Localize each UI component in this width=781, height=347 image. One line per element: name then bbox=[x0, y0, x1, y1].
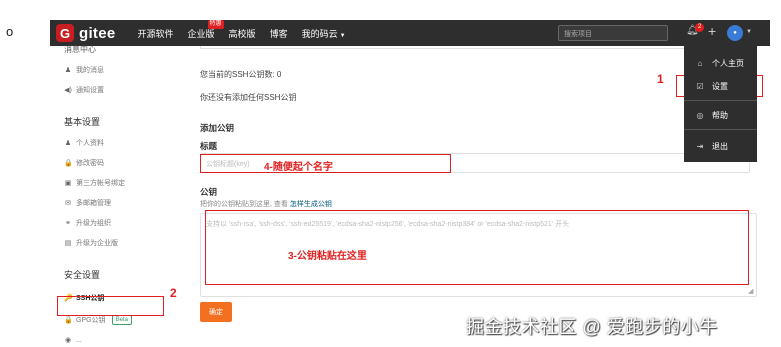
sidebar-item-gpg-keys[interactable]: 🔒 GPG公钥 Beta bbox=[64, 315, 193, 325]
nav-my-gitee[interactable]: 我的码云 ▼ bbox=[302, 27, 346, 40]
sidebar-header-messages: 消息中心 bbox=[64, 45, 96, 54]
sidebar-item-label: 我的消息 bbox=[76, 67, 104, 74]
annotation-number-1: 1 bbox=[657, 72, 664, 86]
sidebar-item-label: 多邮箱管理 bbox=[76, 200, 111, 207]
sidebar-item-upgrade-enterprise[interactable]: ▤ 升级为企业版 bbox=[64, 238, 193, 248]
resize-handle-icon[interactable]: ◢ bbox=[748, 287, 753, 295]
ssh-count-label: 您当前的SSH公钥数: 0 bbox=[200, 70, 282, 79]
sidebar-item-label: GPG公钥 bbox=[76, 317, 106, 324]
annotation-key-note: 3-公钥粘贴在这里 bbox=[288, 251, 367, 262]
how-to-generate-link[interactable]: 怎样生成公钥 bbox=[290, 201, 332, 208]
user-icon: ♟ bbox=[64, 140, 72, 147]
menu-item-home[interactable]: ⌂ 个人主页 bbox=[684, 54, 757, 72]
email-icon: ✉ bbox=[65, 200, 71, 207]
beta-badge: Beta bbox=[111, 315, 132, 325]
account-icon: ▣ bbox=[64, 180, 72, 187]
sidebar-item-more[interactable]: ◉... bbox=[64, 335, 193, 345]
sidebar-item-label: ... bbox=[76, 336, 82, 344]
list-bullet: o bbox=[6, 24, 14, 39]
plus-icon[interactable]: + bbox=[708, 23, 716, 39]
nav-enterprise[interactable]: 企业版 特惠 bbox=[187, 19, 224, 40]
menu-item-label: 设置 bbox=[712, 81, 728, 91]
org-icon: ⚭ bbox=[65, 220, 71, 227]
add-key-heading: 添加公钥 bbox=[200, 123, 235, 133]
menu-divider bbox=[684, 129, 757, 130]
settings-icon: ☑ bbox=[696, 81, 704, 91]
sidebar-item-label: 修改密码 bbox=[76, 160, 104, 167]
sidebar-item-emails[interactable]: ✉ 多邮箱管理 bbox=[64, 198, 193, 208]
sidebar-item-label: 通知设置 bbox=[76, 87, 104, 94]
user-dropdown-menu: ⌂ 个人主页 ☑ 设置 ◎ 帮助 ⇥ 退出 bbox=[684, 46, 757, 162]
annotation-box-key bbox=[205, 210, 749, 285]
submit-button[interactable]: 确定 bbox=[200, 302, 232, 322]
menu-item-label: 帮助 bbox=[712, 110, 728, 120]
sidebar-header-basic: 基本设置 bbox=[64, 117, 101, 127]
gitee-logo[interactable]: G gitee bbox=[56, 24, 116, 42]
enterprise-icon: ▤ bbox=[64, 240, 72, 247]
annotation-box-ssh bbox=[57, 296, 164, 316]
nav-blog[interactable]: 博客 bbox=[270, 27, 288, 40]
watermark-text: 掘金技术社区 @ 爱跑步的小牛 bbox=[466, 317, 718, 337]
logo-mark: G bbox=[56, 24, 74, 42]
nav-open-source[interactable]: 开源软件 bbox=[138, 27, 174, 40]
avatar-chevron-down-icon[interactable]: ▼ bbox=[746, 29, 752, 35]
logout-icon: ⇥ bbox=[696, 141, 704, 151]
nav-my-gitee-label: 我的码云 bbox=[301, 28, 338, 39]
no-keys-text: 你还没有添加任何SSH公钥 bbox=[200, 93, 297, 102]
nav-edu[interactable]: 高校版 bbox=[229, 27, 256, 40]
speaker-icon: ◀) bbox=[64, 87, 72, 94]
menu-item-label: 个人主页 bbox=[712, 58, 744, 68]
chevron-down-icon: ▼ bbox=[339, 32, 346, 39]
sidebar-item-upgrade-org[interactable]: ⚭ 升级为组织 bbox=[64, 218, 193, 228]
sidebar-item-notify-settings[interactable]: ◀) 通知设置 bbox=[64, 85, 193, 95]
key-hint-text: 把你的公钥粘贴到这里, 查看 bbox=[200, 201, 288, 208]
hot-badge: 特惠 bbox=[207, 19, 224, 29]
top-navbar: G gitee 开源软件 企业版 特惠 高校版 博客 我的码云 ▼ 搜索项目 🔔︎ … bbox=[50, 19, 770, 46]
menu-divider bbox=[684, 100, 757, 101]
sidebar-item-profile[interactable]: ♟ 个人资料 bbox=[64, 138, 193, 148]
sidebar-item-label: 升级为企业版 bbox=[76, 240, 118, 247]
menu-item-label: 退出 bbox=[712, 141, 728, 151]
menu-item-settings[interactable]: ☑ 设置 bbox=[684, 77, 757, 95]
shield-icon: ◉ bbox=[64, 337, 72, 344]
sidebar-item-password[interactable]: 🔒 修改密码 bbox=[64, 158, 193, 168]
nav-enterprise-label: 企业版 bbox=[187, 28, 215, 39]
notification-badge: 2 bbox=[695, 23, 705, 32]
menu-item-help[interactable]: ◎ 帮助 bbox=[684, 106, 757, 124]
home-icon: ⌂ bbox=[697, 58, 703, 68]
top-input-edge bbox=[200, 46, 750, 49]
bell-icon: ♟ bbox=[64, 67, 72, 74]
help-icon: ◎ bbox=[696, 110, 704, 120]
gpg-lock-icon: 🔒 bbox=[64, 317, 73, 324]
key-hint: 把你的公钥粘贴到这里, 查看 怎样生成公钥 bbox=[200, 199, 332, 209]
avatar[interactable]: ● bbox=[727, 25, 743, 41]
sidebar-item-my-messages[interactable]: ♟ 我的消息 bbox=[64, 65, 193, 75]
search-input[interactable]: 搜索项目 bbox=[558, 25, 668, 41]
annotation-number-2: 2 bbox=[170, 286, 177, 300]
sidebar-header-security: 安全设置 bbox=[64, 270, 101, 280]
title-label: 标题 bbox=[200, 141, 218, 151]
sidebar-item-third-party[interactable]: ▣ 第三方帐号绑定 bbox=[64, 178, 193, 188]
sidebar-item-label: 个人资料 bbox=[76, 140, 104, 147]
menu-item-logout[interactable]: ⇥ 退出 bbox=[684, 137, 757, 155]
logo-text: gitee bbox=[79, 24, 116, 42]
annotation-title-note: 4-随便起个名字 bbox=[264, 162, 333, 173]
lock-icon: 🔒 bbox=[64, 160, 73, 167]
sidebar-item-label: 第三方帐号绑定 bbox=[76, 180, 125, 187]
key-label: 公钥 bbox=[200, 187, 218, 197]
sidebar-item-label: 升级为组织 bbox=[76, 220, 111, 227]
